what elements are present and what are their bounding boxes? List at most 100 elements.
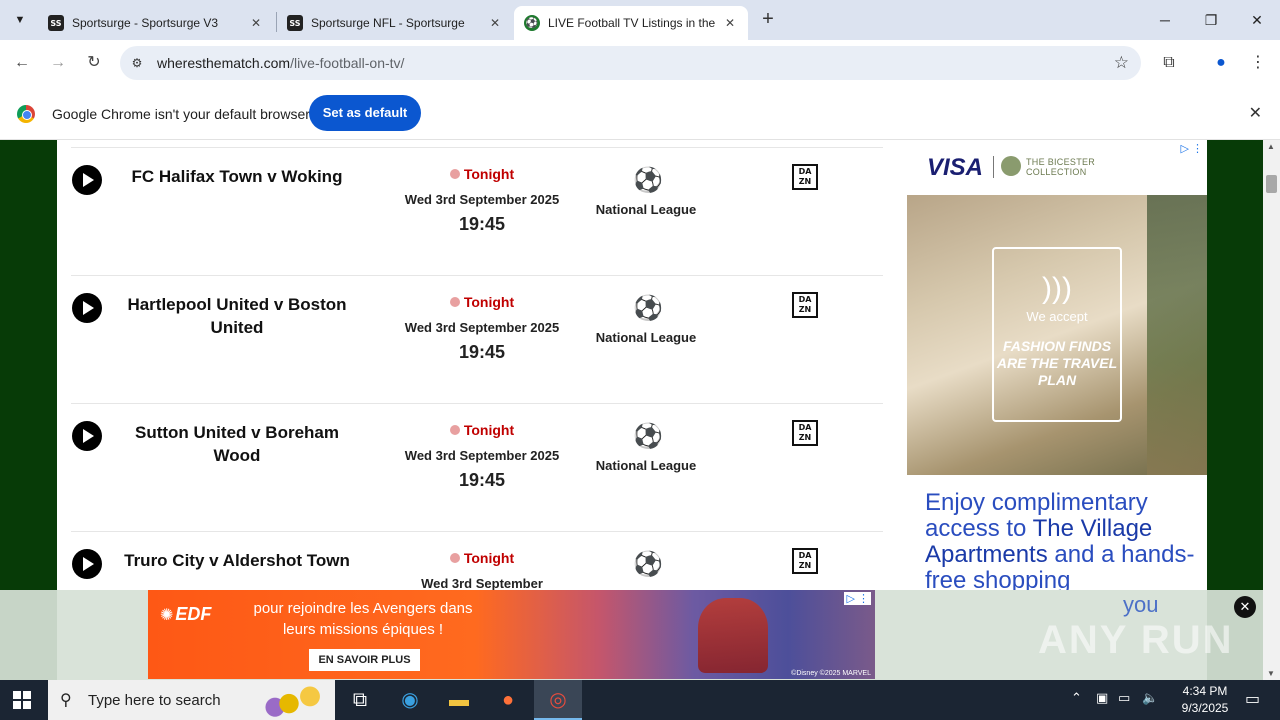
forward-button[interactable]: → — [45, 50, 71, 76]
match-when: Tonight Wed 3rd September 2025 19:45 — [401, 293, 563, 364]
minimize-button[interactable]: ─ — [1150, 8, 1180, 32]
search-placeholder: Type here to search — [88, 692, 221, 709]
notification-icon[interactable]: ▭ — [1245, 689, 1260, 709]
extensions-icon[interactable]: ⧉ — [1158, 52, 1180, 74]
restore-button[interactable]: ❐ — [1196, 8, 1226, 32]
clock-date: 9/3/2025 — [1181, 701, 1229, 715]
dazn-channel-icon[interactable]: DA ZN — [792, 420, 818, 446]
firefox-icon[interactable]: ● — [484, 680, 532, 720]
network-icon[interactable]: ▭ — [1118, 690, 1130, 706]
bottom-ad-overlay: ✺ EDF pour rejoindre les Avengers dans le… — [0, 590, 1263, 680]
volume-icon[interactable]: 🔈 — [1142, 690, 1158, 706]
edf-logo: ✺ EDF — [160, 604, 211, 625]
address-bar[interactable]: ⚙ wheresthematch.com/live-football-on-tv… — [120, 46, 1141, 80]
task-view-icon[interactable]: ⧉ — [336, 680, 384, 720]
live-dot-icon — [449, 297, 460, 307]
tab-title: Sportsurge - Sportsurge V3 — [72, 16, 219, 30]
palm-decoration — [1147, 195, 1207, 475]
match-date: Wed 3rd September 2025 — [404, 448, 560, 463]
play-icon[interactable] — [72, 549, 102, 579]
file-explorer-icon[interactable]: ▬ — [435, 680, 483, 720]
taskbar-search[interactable]: ⚲ Type here to search — [48, 680, 335, 720]
visa-bicester-ad[interactable]: VISA THE BICESTER COLLECTION ▷ ⋮ ))) We … — [907, 140, 1207, 590]
meet-now-icon[interactable]: ▣ — [1096, 690, 1108, 706]
tab-strip: ▼ SS Sportsurge - Sportsurge V3 ✕ SS Spo… — [0, 0, 1280, 40]
windows-taskbar: ⚲ Type here to search ⧉ ◉ ▬ ● ◎ ⌃ ▣ ▭ 🔈 … — [0, 680, 1280, 720]
set-as-default-button[interactable]: Set as default — [309, 95, 421, 131]
close-window-button[interactable]: ✕ — [1242, 8, 1272, 32]
match-name[interactable]: Truro City v Aldershot Town — [121, 549, 353, 572]
arrow-left-icon: ← — [14, 54, 30, 71]
football-icon: ⚽ — [633, 167, 663, 194]
dazn-channel-icon[interactable]: DA ZN — [792, 292, 818, 318]
search-highlight-image — [261, 682, 331, 718]
status-badge: Tonight — [401, 165, 563, 183]
tab-football-listings[interactable]: ⚽ LIVE Football TV Listings in the ✕ — [514, 6, 748, 40]
tab-sportsurge-nfl[interactable]: SS Sportsurge NFL - Sportsurge ✕ — [277, 6, 513, 40]
close-icon[interactable]: ✕ — [487, 16, 503, 30]
contactless-icon: ))) — [1042, 272, 1072, 305]
dazn-channel-icon[interactable]: DA ZN — [792, 164, 818, 190]
play-icon[interactable] — [72, 293, 102, 323]
search-icon: ⚲ — [60, 692, 72, 709]
competition-name[interactable]: National League — [581, 458, 711, 473]
match-name[interactable]: FC Halifax Town v Woking — [121, 165, 353, 188]
tab-title: LIVE Football TV Listings in the — [548, 16, 716, 30]
site-info-icon[interactable]: ⚙ — [128, 54, 146, 72]
close-icon[interactable]: ✕ — [248, 16, 264, 30]
close-icon[interactable]: ✕ — [722, 16, 738, 30]
competition-name[interactable]: National League — [581, 202, 711, 217]
taskbar-clock[interactable]: 4:34 PM 9/3/2025 — [1160, 683, 1250, 717]
url-path: /live-football-on-tv/ — [290, 55, 405, 71]
scroll-up-icon[interactable]: ▲ — [1267, 142, 1275, 151]
bicester-logo-icon — [1001, 156, 1021, 176]
chevron-up-icon[interactable]: ⌃ — [1071, 690, 1082, 706]
ad-photo: ))) We accept FASHION FINDS ARE THE TRAV… — [907, 195, 1207, 475]
tab-title: Sportsurge NFL - Sportsurge — [311, 16, 465, 30]
clock-time: 4:34 PM — [1182, 684, 1228, 698]
adchoices-icon[interactable]: ▷ ⋮ — [1180, 142, 1203, 155]
new-tab-button[interactable]: + — [758, 9, 778, 31]
match-name[interactable]: Sutton United v Boreham Wood — [121, 421, 353, 467]
chevron-down-icon: ▼ — [14, 14, 26, 26]
page-scrollbar[interactable]: ▲ ▼ — [1263, 140, 1280, 680]
close-ad-button[interactable]: ✕ — [1234, 596, 1256, 618]
bookmark-star-icon[interactable]: ☆ — [1114, 53, 1129, 73]
play-icon[interactable] — [72, 165, 102, 195]
adchoices-icon[interactable]: ▷ ⋮ — [844, 592, 871, 605]
tab-sportsurge-v3[interactable]: SS Sportsurge - Sportsurge V3 ✕ — [38, 6, 274, 40]
ad-card-text: We accept — [1026, 309, 1088, 324]
scroll-down-icon[interactable]: ▼ — [1267, 669, 1275, 678]
ad-card-slogan: FASHION FINDS ARE THE TRAVEL PLAN — [996, 338, 1118, 388]
live-dot-icon — [449, 553, 460, 563]
arrow-right-icon: → — [50, 54, 66, 71]
menu-icon[interactable]: ⋮ — [1247, 52, 1269, 74]
competition-name[interactable]: National League — [581, 330, 711, 345]
infobar-message: Google Chrome isn't your default browser — [52, 106, 310, 122]
profile-icon[interactable]: ● — [1210, 52, 1232, 74]
close-icon[interactable]: ✕ — [1249, 103, 1262, 123]
live-dot-icon — [449, 425, 460, 435]
match-when: Tonight Wed 3rd September 2025 19:45 — [401, 421, 563, 492]
visa-logo: VISA — [927, 154, 984, 181]
start-button[interactable] — [13, 691, 31, 709]
football-icon: ⚽ — [633, 423, 663, 450]
chrome-icon[interactable]: ◎ — [534, 680, 582, 720]
live-dot-icon — [449, 169, 460, 179]
match-name[interactable]: Hartlepool United v Boston United — [121, 293, 353, 339]
url-text[interactable]: wheresthematch.com/live-football-on-tv/ — [157, 55, 404, 71]
tab-search-button[interactable]: ▼ — [8, 8, 32, 32]
edf-avengers-ad[interactable]: ✺ EDF pour rejoindre les Avengers dans le… — [148, 590, 875, 679]
reload-button[interactable]: ↻ — [81, 50, 107, 76]
en-savoir-plus-button[interactable]: EN SAVOIR PLUS — [309, 649, 420, 671]
play-icon[interactable] — [72, 421, 102, 451]
back-button[interactable]: ← — [9, 50, 35, 76]
divider — [993, 156, 994, 178]
status-text: Tonight — [463, 166, 515, 182]
ad-card-frame: ))) We accept FASHION FINDS ARE THE TRAV… — [992, 247, 1122, 422]
bicester-wordmark: THE BICESTER COLLECTION — [1026, 157, 1096, 177]
edge-icon[interactable]: ◉ — [386, 680, 434, 720]
dazn-channel-icon[interactable]: DA ZN — [792, 548, 818, 574]
match-time: 19:45 — [458, 342, 506, 362]
scroll-thumb[interactable] — [1266, 175, 1277, 193]
